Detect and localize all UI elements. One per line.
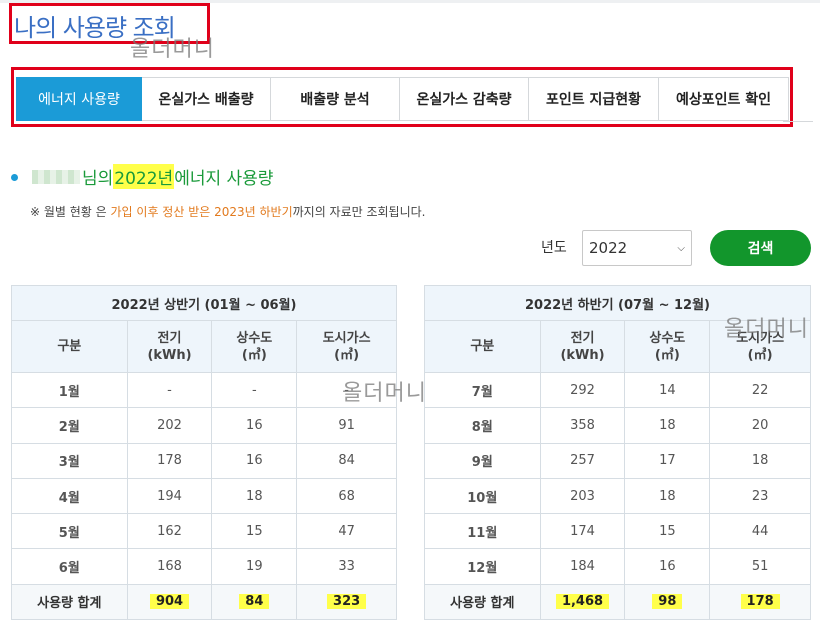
total-label: 사용량 합계 bbox=[11, 583, 128, 621]
header-electric: 전기 (kWh) bbox=[539, 320, 626, 373]
table-row: 9월 257 17 18 bbox=[424, 442, 811, 479]
header-category: 구분 bbox=[11, 320, 128, 373]
tab-point-payments[interactable]: 포인트 지급현황 bbox=[529, 77, 659, 121]
section-heading: 님의 2022년 에너지 사용량 bbox=[32, 164, 273, 189]
notice-text: ※ 월별 현황 은 가입 이후 정산 받은 2023년 하반기까지의 자료만 조… bbox=[30, 205, 426, 219]
blurred-user-name bbox=[32, 169, 80, 184]
table-total-row: 사용량 합계 904 84 323 bbox=[11, 583, 397, 621]
bullet-icon bbox=[11, 174, 18, 181]
header-category: 구분 bbox=[424, 320, 541, 373]
header-water: 상수도 (㎥) bbox=[624, 320, 711, 373]
header-electric: 전기 (kWh) bbox=[126, 320, 213, 373]
table-row: 6월 168 19 33 bbox=[11, 548, 397, 585]
tab-ghg-emissions[interactable]: 온실가스 배출량 bbox=[142, 77, 271, 121]
header-gas: 도시가스 (㎥) bbox=[296, 320, 397, 373]
total-water: 84 bbox=[239, 594, 270, 610]
tab-expected-points[interactable]: 예상포인트 확인 bbox=[659, 77, 789, 121]
tab-ghg-reduction[interactable]: 온실가스 감축량 bbox=[400, 77, 529, 121]
table-row: 1월 - - - bbox=[11, 371, 397, 409]
table-row: 5월 162 15 47 bbox=[11, 513, 397, 550]
year-label: 년도 bbox=[541, 240, 567, 256]
tabs-highlight-box: 에너지 사용량 온실가스 배출량 배출량 분석 온실가스 감축량 포인트 지급현… bbox=[11, 67, 793, 127]
watermark: 올더머니 bbox=[724, 317, 809, 342]
total-water: 98 bbox=[652, 594, 683, 610]
watermark: 올더머니 bbox=[130, 37, 215, 62]
name-suffix: 님의 bbox=[82, 169, 114, 189]
watermark: 올더머니 bbox=[342, 381, 427, 406]
table-row: 7월 292 14 22 bbox=[424, 371, 811, 409]
total-electric: 904 bbox=[149, 594, 190, 610]
search-button[interactable]: 검색 bbox=[710, 230, 811, 266]
tab-underline bbox=[783, 121, 813, 122]
table-caption: 2022년 상반기 (01월 ~ 06월) bbox=[11, 285, 397, 321]
notice-period: 가입 이후 정산 받은 2023년 하반기 bbox=[110, 205, 293, 219]
table-row: 3월 178 16 84 bbox=[11, 442, 397, 479]
year-select[interactable]: 2022 ⌵ bbox=[582, 230, 692, 266]
table-row: 2월 202 16 91 bbox=[11, 407, 397, 444]
section-year: 2022년 bbox=[113, 164, 175, 189]
total-gas: 178 bbox=[740, 594, 780, 610]
tab-energy-usage[interactable]: 에너지 사용량 bbox=[16, 77, 142, 121]
section-title-rest: 에너지 사용량 bbox=[174, 169, 274, 189]
chevron-down-icon: ⌵ bbox=[677, 242, 685, 254]
table-total-row: 사용량 합계 1,468 98 178 bbox=[424, 583, 811, 621]
tab-emission-analysis[interactable]: 배출량 분석 bbox=[271, 77, 400, 121]
table-row: 10월 203 18 23 bbox=[424, 477, 811, 515]
year-select-value: 2022 bbox=[589, 239, 628, 257]
table-row: 11월 174 15 44 bbox=[424, 513, 811, 550]
header-water: 상수도 (㎥) bbox=[211, 320, 298, 373]
usage-table-first-half: 2022년 상반기 (01월 ~ 06월) 구분 전기 (kWh) 상수도 (㎥) … bbox=[11, 285, 397, 621]
tab-bar: 에너지 사용량 온실가스 배출량 배출량 분석 온실가스 감축량 포인트 지급현… bbox=[16, 77, 789, 121]
table-row: 12월 184 16 51 bbox=[424, 548, 811, 585]
table-row: 4월 194 18 68 bbox=[11, 477, 397, 515]
total-label: 사용량 합계 bbox=[424, 583, 541, 621]
total-electric: 1,468 bbox=[555, 594, 610, 610]
table-row: 8월 358 18 20 bbox=[424, 407, 811, 444]
total-gas: 323 bbox=[327, 594, 367, 610]
